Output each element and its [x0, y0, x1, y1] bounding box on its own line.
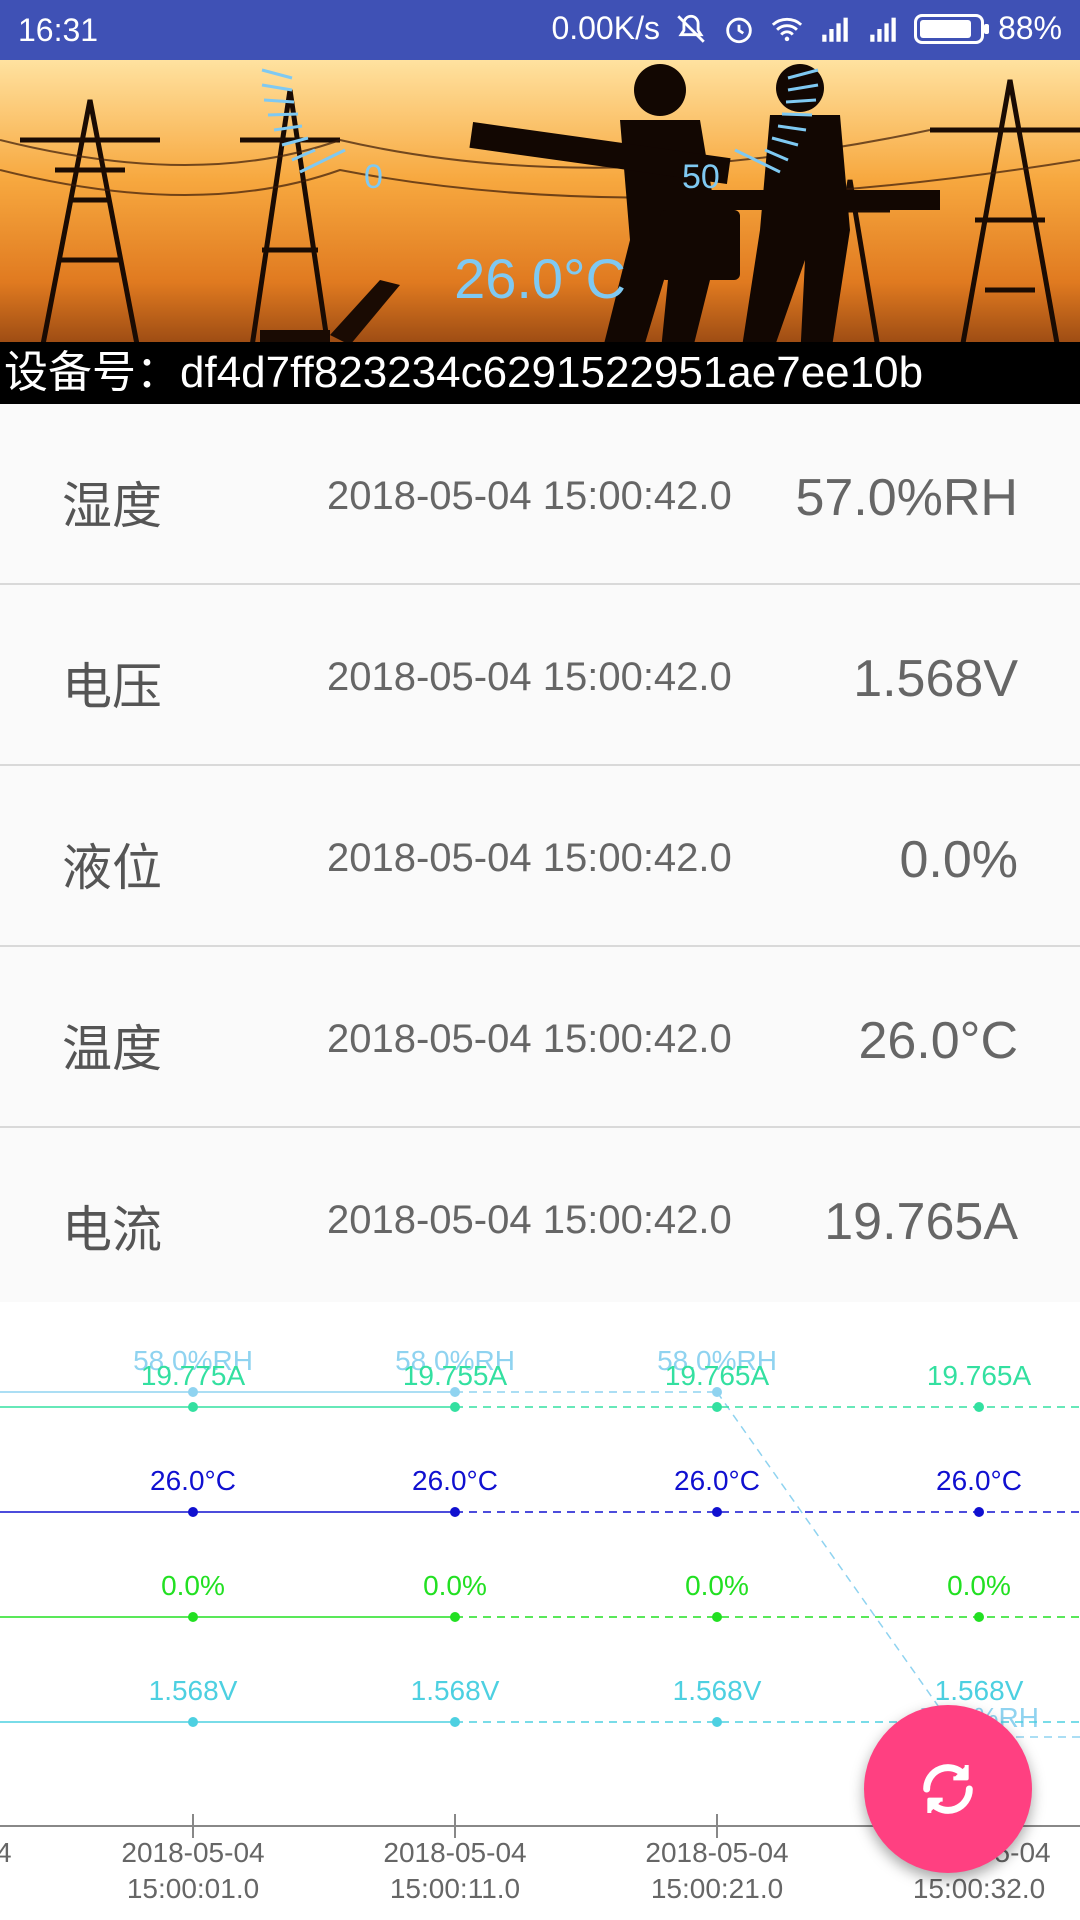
reading-value: 0.0%	[899, 831, 1018, 889]
reading-name: 液位	[62, 839, 162, 897]
data-label: 1.568V	[411, 1675, 500, 1706]
list-item[interactable]: 电压 2018-05-04 15:00:42.0 1.568V	[0, 585, 1080, 766]
data-label: 1.568V	[673, 1675, 762, 1706]
data-point	[188, 1612, 198, 1622]
gauge-min-label: 0	[364, 158, 383, 196]
data-point	[188, 1507, 198, 1517]
x-tick-label-time: 15:00:21.0	[651, 1873, 783, 1904]
data-point	[450, 1402, 460, 1412]
x-tick-label-time: 15:00:11.0	[390, 1873, 520, 1904]
data-label: 26.0°C	[412, 1465, 498, 1496]
data-label: 1.568V	[149, 1675, 238, 1706]
data-point	[712, 1402, 722, 1412]
list-item[interactable]: 温度 2018-05-04 15:00:42.0 26.0°C	[0, 947, 1080, 1128]
reading-value: 26.0°C	[858, 1012, 1018, 1070]
status-time: 16:31	[18, 12, 99, 48]
data-label: 19.755A	[403, 1360, 508, 1391]
list-item[interactable]: 湿度 2018-05-04 15:00:42.0 57.0%RH	[0, 404, 1080, 585]
data-point	[974, 1507, 984, 1517]
list-item[interactable]: 液位 2018-05-04 15:00:42.0 0.0%	[0, 766, 1080, 947]
reading-time: 2018-05-04 15:00:42.0	[327, 1198, 732, 1242]
signal-icon	[822, 17, 848, 42]
data-point	[712, 1612, 722, 1622]
gauge-max-label: 50	[682, 158, 720, 196]
x-tick-label-date: 2018-05-04	[645, 1837, 788, 1868]
reading-time: 2018-05-04 15:00:42.0	[327, 655, 732, 699]
device-id: 设备号：df4d7ff823234c6291522951ae7ee10b	[0, 342, 1080, 404]
signal-icon	[870, 17, 896, 42]
list-item[interactable]: 电流 2018-05-04 15:00:42.0 19.765A	[0, 1128, 1080, 1309]
data-point	[974, 1402, 984, 1412]
reading-value: 57.0%RH	[795, 469, 1018, 527]
reading-time: 2018-05-04 15:00:42.0	[327, 1017, 732, 1061]
battery-icon	[913, 13, 989, 44]
reading-time: 2018-05-04 15:00:42.0	[327, 836, 732, 880]
data-point	[450, 1507, 460, 1517]
data-point	[974, 1612, 984, 1622]
x-tick-label-time: 15:00:32.0	[913, 1873, 1045, 1904]
reading-value: 1.568V	[853, 650, 1018, 708]
alarm-icon	[726, 17, 752, 43]
data-label: 19.775A	[141, 1360, 246, 1391]
data-label: 19.765A	[665, 1360, 770, 1391]
readings-list: 湿度 2018-05-04 15:00:42.0 57.0%RH 电压 2018…	[0, 404, 1080, 1309]
reading-time: 2018-05-04 15:00:42.0	[327, 474, 732, 518]
data-label: 0.0%	[423, 1570, 487, 1601]
wifi-icon	[771, 17, 803, 41]
data-label: 26.0°C	[674, 1465, 760, 1496]
status-icons: 0.00K/s 88%	[551, 10, 1062, 47]
x-tick-label-date: 2018-05-04	[121, 1837, 264, 1868]
data-label: 19.765A	[927, 1360, 1032, 1391]
x-tick-label-date: 2018-05-04	[383, 1837, 526, 1868]
data-point	[188, 1402, 198, 1412]
x-tick-label-partial: 4	[0, 1837, 12, 1868]
x-tick-label-time: 15:00:01.0	[127, 1873, 259, 1904]
data-label: 26.0°C	[150, 1465, 236, 1496]
data-label: 26.0°C	[936, 1465, 1022, 1496]
data-label: 1.568V	[935, 1675, 1024, 1706]
reading-name: 温度	[62, 1020, 162, 1078]
network-speed: 0.00K/s	[551, 10, 660, 46]
reading-name: 电流	[62, 1201, 162, 1259]
data-point	[712, 1507, 722, 1517]
reading-name: 电压	[62, 658, 162, 716]
reading-name: 湿度	[62, 477, 162, 535]
data-point	[188, 1717, 198, 1727]
data-point	[450, 1717, 460, 1727]
status-bar: 16:31 0.00K/s 88%	[0, 0, 1080, 60]
reading-value: 19.765A	[824, 1193, 1018, 1251]
data-point	[712, 1717, 722, 1727]
mute-icon	[677, 14, 705, 43]
battery-percent: 88%	[997, 10, 1062, 46]
refresh-icon	[923, 1764, 973, 1814]
data-label: 0.0%	[947, 1570, 1011, 1601]
data-label: 0.0%	[161, 1570, 225, 1601]
data-label: 0.0%	[685, 1570, 749, 1601]
refresh-button[interactable]	[864, 1705, 1032, 1873]
data-point	[450, 1612, 460, 1622]
gauge-value: 26.0°C	[454, 247, 626, 310]
